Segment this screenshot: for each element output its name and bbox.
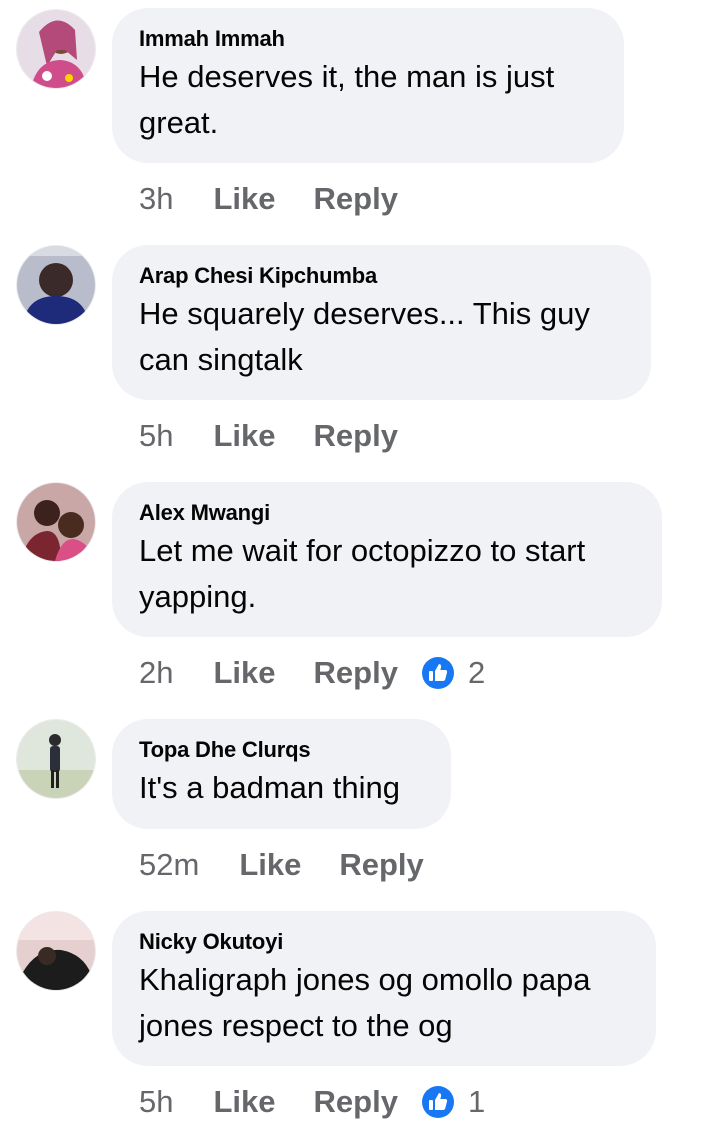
comment-actions: 52m Like Reply: [139, 845, 424, 885]
reply-button[interactable]: Reply: [314, 181, 398, 217]
avatar[interactable]: [17, 10, 95, 88]
comment-text: He squarely deserves... This guy can sin…: [139, 291, 623, 383]
comment-actions: 3h Like Reply: [139, 179, 398, 219]
reply-button[interactable]: Reply: [314, 1084, 398, 1120]
reply-button[interactable]: Reply: [314, 655, 398, 691]
comment-text-line: great.: [139, 105, 219, 140]
comment-text-line: jones respect to the og: [139, 1008, 453, 1043]
like-button[interactable]: Like: [239, 847, 301, 883]
like-thumbs-up-icon: [421, 657, 454, 689]
comment-timestamp[interactable]: 5h: [139, 418, 173, 454]
avatar-photo: [17, 483, 95, 561]
reaction-count: 2: [467, 655, 486, 690]
reaction-summary[interactable]: 2: [421, 655, 486, 691]
comment-author[interactable]: Alex Mwangi: [139, 500, 634, 526]
comment-timestamp[interactable]: 52m: [139, 847, 199, 883]
avatar[interactable]: [17, 246, 95, 324]
comment-bubble: Arap Chesi Kipchumba He squarely deserve…: [112, 245, 651, 400]
reply-button[interactable]: Reply: [339, 847, 423, 883]
comment-author[interactable]: Topa Dhe Clurqs: [139, 737, 423, 763]
comment-timestamp[interactable]: 2h: [139, 655, 173, 691]
comment-text: Khaligraph jones og omollo papa jones re…: [139, 957, 628, 1049]
comment-text: He deserves it, the man is just great.: [139, 54, 596, 146]
comment-text-line: He squarely deserves... This guy: [139, 296, 590, 331]
comment-text: Let me wait for octopizzo to start yappi…: [139, 528, 634, 620]
avatar-photo: [17, 912, 95, 990]
like-thumbs-up-icon: [421, 1086, 454, 1118]
comment-actions: 5h Like Reply 1: [139, 1082, 485, 1122]
comment-bubble: Nicky Okutoyi Khaligraph jones og omollo…: [112, 911, 656, 1066]
like-button[interactable]: Like: [213, 181, 275, 217]
like-button[interactable]: Like: [213, 655, 275, 691]
avatar[interactable]: [17, 483, 95, 561]
avatar[interactable]: [17, 720, 95, 798]
comment-author[interactable]: Immah Immah: [139, 26, 596, 52]
comment-text-line: It's a badman thing: [139, 770, 400, 805]
comment-bubble: Topa Dhe Clurqs It's a badman thing: [112, 719, 451, 829]
avatar-photo: [17, 246, 95, 324]
comment-bubble: Immah Immah He deserves it, the man is j…: [112, 8, 624, 163]
comment-text-line: He deserves it, the man is just: [139, 59, 555, 94]
comment-timestamp[interactable]: 3h: [139, 181, 173, 217]
reply-button[interactable]: Reply: [314, 418, 398, 454]
comment-author[interactable]: Arap Chesi Kipchumba: [139, 263, 623, 289]
comment-timestamp[interactable]: 5h: [139, 1084, 173, 1120]
comment-text-line: Khaligraph jones og omollo papa: [139, 962, 591, 997]
reaction-count: 1: [467, 1084, 486, 1119]
comment-actions: 5h Like Reply: [139, 416, 398, 456]
comment-bubble: Alex Mwangi Let me wait for octopizzo to…: [112, 482, 662, 637]
comment-text: It's a badman thing: [139, 765, 423, 811]
avatar-photo: [17, 720, 95, 798]
comment-text-line: yapping.: [139, 579, 257, 614]
avatar[interactable]: [17, 912, 95, 990]
comment-author[interactable]: Nicky Okutoyi: [139, 929, 628, 955]
reaction-summary[interactable]: 1: [421, 1084, 486, 1120]
avatar-photo: [17, 10, 95, 88]
comment-actions: 2h Like Reply 2: [139, 653, 485, 693]
like-button[interactable]: Like: [213, 1084, 275, 1120]
comment-text-line: can singtalk: [139, 342, 303, 377]
comment-text-line: Let me wait for octopizzo to start: [139, 533, 586, 568]
like-button[interactable]: Like: [213, 418, 275, 454]
